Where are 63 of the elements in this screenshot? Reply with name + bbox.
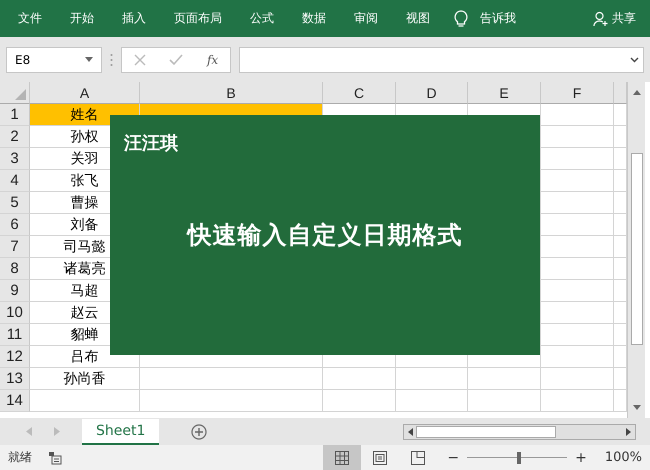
dropdown-caret-icon <box>85 57 93 62</box>
lightbulb-icon <box>454 10 468 28</box>
ribbon-tab[interactable]: 插入 <box>122 10 146 27</box>
add-sheet-icon[interactable] <box>191 424 208 440</box>
column-header[interactable]: D <box>396 82 468 104</box>
grid-icon <box>335 450 350 464</box>
ribbon-tab[interactable]: 文件 <box>18 10 42 27</box>
row-header[interactable]: 8 <box>0 258 30 280</box>
zoom-in-button[interactable]: + <box>573 450 589 466</box>
formula-input[interactable] <box>239 46 644 72</box>
ribbon-tab[interactable]: 开始 <box>70 10 94 27</box>
table-cell: 孙尚香 <box>30 368 140 390</box>
row-header[interactable]: 4 <box>0 170 30 192</box>
row-header[interactable]: 10 <box>0 302 30 324</box>
scroll-down-icon[interactable] <box>632 405 640 410</box>
zoom-percentage[interactable]: 100% <box>604 450 642 465</box>
scroll-right-icon[interactable] <box>626 428 631 436</box>
expand-chevron-icon[interactable] <box>630 56 639 62</box>
scroll-thumb[interactable] <box>416 426 556 438</box>
row-header[interactable]: 2 <box>0 126 30 148</box>
column-header[interactable]: C <box>323 82 396 104</box>
view-button[interactable] <box>323 445 362 470</box>
ribbon-tab[interactable]: 页面布局 <box>174 10 222 27</box>
row-header[interactable]: 14 <box>0 390 30 412</box>
zoom-thumb[interactable] <box>517 452 522 464</box>
name-box[interactable]: E8 <box>6 46 102 72</box>
sheet-tab[interactable]: Sheet1 <box>82 418 160 444</box>
macro-record-icon[interactable] <box>48 450 62 464</box>
table-cell <box>396 390 468 412</box>
person-add-icon <box>593 10 609 26</box>
row-header[interactable]: 13 <box>0 368 30 390</box>
row-header[interactable]: 12 <box>0 346 30 368</box>
checkmark-icon[interactable] <box>169 54 184 66</box>
corner-triangle-icon <box>15 89 26 100</box>
page-layout-icon <box>373 450 388 464</box>
insert-function-button[interactable]: fx <box>206 52 218 66</box>
row-header[interactable]: 5 <box>0 192 30 214</box>
share-button[interactable]: 共享 <box>591 8 638 29</box>
scroll-left-icon[interactable] <box>408 428 413 436</box>
horizontal-scrollbar[interactable] <box>403 424 636 440</box>
grip-dots-icon <box>110 52 113 66</box>
page-break-icon <box>411 450 426 464</box>
scroll-thumb[interactable] <box>630 153 642 345</box>
ribbon-tab[interactable]: 数据 <box>302 10 326 27</box>
column-header[interactable]: B <box>140 82 323 104</box>
row-header[interactable]: 6 <box>0 214 30 236</box>
card-title: 快速输入自定义日期格式 <box>185 220 464 251</box>
row-header[interactable]: 3 <box>0 148 30 170</box>
zoom-out-button[interactable]: − <box>445 450 462 466</box>
ribbon-tab[interactable]: 视图 <box>406 10 430 27</box>
row-header[interactable]: 11 <box>0 324 30 346</box>
row-header[interactable]: 7 <box>0 236 30 258</box>
status-text: 就绪 <box>8 449 32 466</box>
tell-me-field[interactable]: 告诉我 <box>480 10 516 27</box>
column-header[interactable]: E <box>468 82 541 104</box>
row-header[interactable]: 1 <box>0 104 30 126</box>
column-header[interactable]: F <box>541 82 614 104</box>
table-cell <box>396 368 468 390</box>
ribbon-tab[interactable]: 公式 <box>250 10 274 27</box>
scroll-up-icon[interactable] <box>632 90 640 95</box>
column-header[interactable]: A <box>30 82 140 104</box>
row-header[interactable]: 9 <box>0 280 30 302</box>
ribbon-tab[interactable]: 审阅 <box>354 10 378 27</box>
